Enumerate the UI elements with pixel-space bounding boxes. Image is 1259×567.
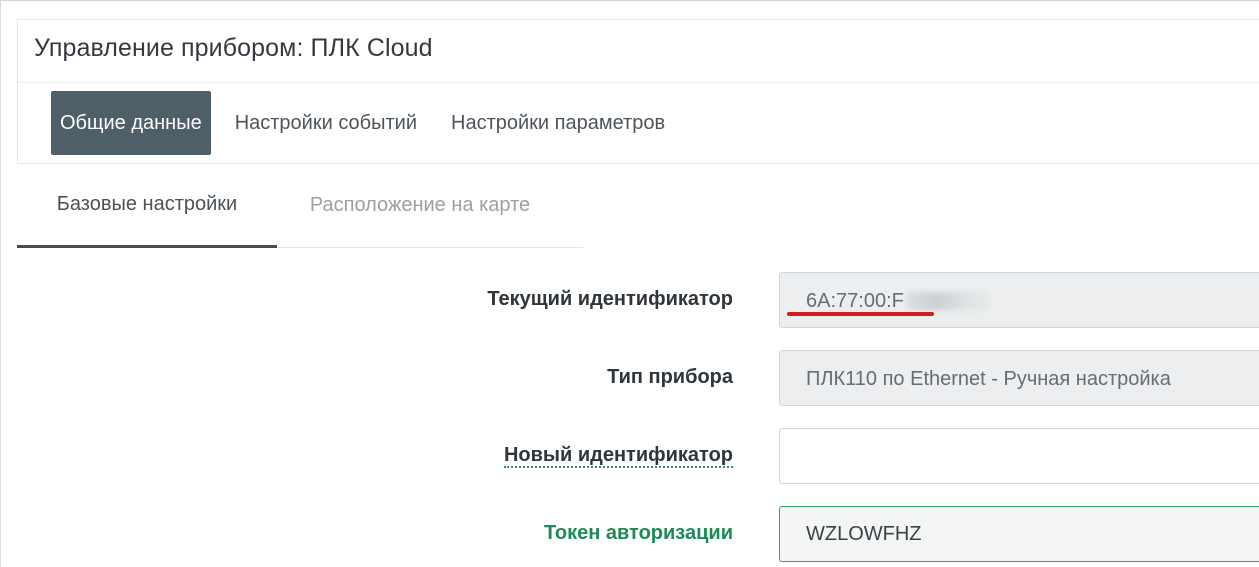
auth-token-row: Токен авторизации <box>0 506 1259 562</box>
current-id-value: 6A:77:00:F <box>806 289 904 312</box>
device-type-label: Тип прибора <box>607 366 733 388</box>
device-type-field: ПЛК110 по Ethernet - Ручная настройка <box>779 350 1259 406</box>
new-id-input[interactable] <box>779 428 1259 484</box>
current-id-label: Текущий идентификатор <box>487 288 733 310</box>
new-id-row: Новый идентификатор <box>0 428 1259 484</box>
device-type-row: Тип прибора ПЛК110 по Ethernet - Ручная … <box>0 350 1259 406</box>
sub-tabs: Базовые настройки Расположение на карте <box>17 164 583 248</box>
token-highlight-mark <box>787 312 934 316</box>
tab-parameter-settings[interactable]: Настройки параметров <box>442 91 674 155</box>
tab-general-data[interactable]: Общие данные <box>51 91 211 155</box>
device-management-page: Управление прибором: ПЛК Cloud Общие дан… <box>0 0 1259 567</box>
current-id-field: 6A:77:00:F <box>779 272 1259 328</box>
current-id-row: Текущий идентификатор 6A:77:00:F <box>0 272 1259 328</box>
masked-id-suffix <box>905 292 990 310</box>
new-id-label: Новый идентификатор <box>503 444 733 468</box>
tab-event-settings[interactable]: Настройки событий <box>226 91 426 155</box>
page-title: Управление прибором: ПЛК Cloud <box>34 34 433 62</box>
main-tabs: Общие данные Настройки событий Настройки… <box>51 91 690 155</box>
auth-token-label: Токен авторизации <box>543 522 733 544</box>
subtab-basic-settings[interactable]: Базовые настройки <box>17 164 277 248</box>
title-divider <box>18 82 1259 83</box>
auth-token-input[interactable] <box>779 506 1259 562</box>
device-type-value: ПЛК110 по Ethernet - Ручная настройка <box>806 367 1171 390</box>
subtab-map-location[interactable]: Расположение на карте <box>277 164 583 248</box>
device-header-card: Управление прибором: ПЛК Cloud Общие дан… <box>17 19 1259 164</box>
